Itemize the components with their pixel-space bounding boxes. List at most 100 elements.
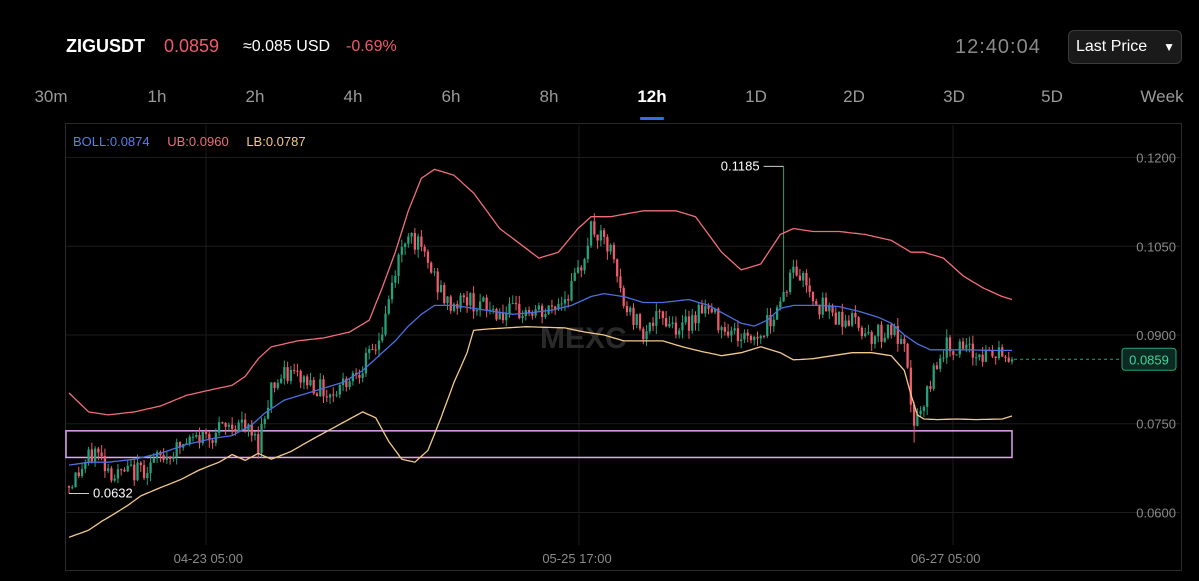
candle-body[interactable] bbox=[808, 285, 811, 292]
candle-body[interactable] bbox=[231, 424, 234, 430]
candle-body[interactable] bbox=[824, 297, 828, 312]
candle-body[interactable] bbox=[629, 307, 632, 313]
candle-body[interactable] bbox=[919, 410, 922, 415]
candle-body[interactable] bbox=[955, 354, 958, 356]
candle-body[interactable] bbox=[97, 448, 100, 453]
candle-body[interactable] bbox=[968, 343, 971, 345]
candle-body[interactable] bbox=[511, 303, 514, 305]
candle-body[interactable] bbox=[315, 393, 319, 397]
candle-body[interactable] bbox=[113, 478, 116, 481]
candle-body[interactable] bbox=[935, 365, 939, 369]
candle-body[interactable] bbox=[802, 272, 805, 281]
candle-body[interactable] bbox=[413, 232, 417, 250]
candle-body[interactable] bbox=[390, 282, 394, 300]
candle-body[interactable] bbox=[273, 382, 276, 389]
candle-body[interactable] bbox=[257, 434, 260, 453]
candle-body[interactable] bbox=[616, 259, 619, 277]
candle-body[interactable] bbox=[772, 319, 775, 327]
candle-body[interactable] bbox=[250, 424, 253, 436]
candle-body[interactable] bbox=[309, 379, 312, 386]
candle-body[interactable] bbox=[593, 221, 596, 235]
candle-body[interactable] bbox=[123, 469, 126, 472]
candle-body[interactable] bbox=[854, 313, 857, 318]
candle-body[interactable] bbox=[364, 352, 368, 374]
candle-body[interactable] bbox=[521, 316, 524, 318]
candle-body[interactable] bbox=[103, 456, 107, 472]
candle-body[interactable] bbox=[482, 297, 485, 302]
candle-body[interactable] bbox=[948, 337, 952, 352]
candle-body[interactable] bbox=[563, 299, 567, 304]
candle-body[interactable] bbox=[674, 322, 678, 335]
candle-body[interactable] bbox=[890, 324, 893, 336]
candle-body[interactable] bbox=[547, 305, 550, 315]
candle-body[interactable] bbox=[609, 244, 612, 252]
candle-body[interactable] bbox=[700, 304, 704, 314]
candle-body[interactable] bbox=[80, 468, 84, 477]
candle-body[interactable] bbox=[726, 331, 730, 336]
candle-body[interactable] bbox=[107, 468, 110, 472]
candle-body[interactable] bbox=[397, 254, 400, 276]
candle-body[interactable] bbox=[792, 266, 795, 273]
candle-body[interactable] bbox=[188, 436, 191, 444]
candle-body[interactable] bbox=[93, 448, 97, 462]
candle-body[interactable] bbox=[279, 378, 283, 383]
candle-body[interactable] bbox=[348, 381, 351, 388]
candle-body[interactable] bbox=[293, 370, 296, 372]
candle-body[interactable] bbox=[873, 336, 877, 344]
candle-body[interactable] bbox=[332, 394, 335, 396]
candle-body[interactable] bbox=[932, 365, 935, 389]
candle-body[interactable] bbox=[1004, 356, 1007, 358]
candle-body[interactable] bbox=[788, 272, 792, 292]
candle-body[interactable] bbox=[283, 367, 286, 379]
candle-body[interactable] bbox=[410, 232, 413, 237]
candle-body[interactable] bbox=[847, 320, 850, 326]
candle-body[interactable] bbox=[766, 315, 769, 337]
candle-body[interactable] bbox=[635, 314, 638, 325]
candle-body[interactable] bbox=[606, 236, 609, 252]
candle-body[interactable] bbox=[642, 328, 645, 340]
candle-body[interactable] bbox=[694, 315, 697, 324]
candle-body[interactable] bbox=[736, 328, 740, 342]
candle-body[interactable] bbox=[978, 354, 981, 358]
candle-body[interactable] bbox=[906, 343, 909, 368]
candle-body[interactable] bbox=[583, 259, 586, 271]
candle-body[interactable] bbox=[443, 285, 446, 304]
candle-body[interactable] bbox=[756, 336, 759, 339]
candle-body[interactable] bbox=[77, 472, 80, 477]
candle-body[interactable] bbox=[612, 244, 616, 260]
candle-body[interactable] bbox=[939, 358, 942, 369]
candle-body[interactable] bbox=[136, 462, 139, 481]
candle-body[interactable] bbox=[195, 435, 198, 437]
candle-body[interactable] bbox=[589, 221, 593, 246]
candle-body[interactable] bbox=[430, 262, 433, 273]
candle-body[interactable] bbox=[818, 304, 821, 315]
candle-body[interactable] bbox=[811, 291, 815, 302]
candle-body[interactable] bbox=[270, 382, 273, 408]
candle-body[interactable] bbox=[974, 357, 978, 359]
candle-body[interactable] bbox=[945, 337, 948, 358]
candle-body[interactable] bbox=[368, 349, 371, 353]
candle-body[interactable] bbox=[172, 456, 175, 459]
candle-body[interactable] bbox=[841, 311, 844, 327]
candle-body[interactable] bbox=[120, 469, 123, 471]
candle-body[interactable] bbox=[991, 350, 994, 357]
candle-body[interactable] bbox=[531, 313, 534, 316]
candle-body[interactable] bbox=[110, 468, 113, 481]
candle-body[interactable] bbox=[775, 307, 779, 320]
candle-body[interactable] bbox=[671, 322, 674, 324]
candle-body[interactable] bbox=[704, 306, 707, 314]
candle-body[interactable] bbox=[423, 246, 426, 252]
candle-body[interactable] bbox=[146, 473, 149, 479]
candle-body[interactable] bbox=[387, 299, 390, 314]
candle-body[interactable] bbox=[1007, 357, 1010, 362]
candle-body[interactable] bbox=[492, 308, 495, 310]
candle-body[interactable] bbox=[857, 317, 860, 328]
candle-body[interactable] bbox=[596, 234, 599, 241]
support-zone[interactable] bbox=[65, 430, 1013, 459]
candle-body[interactable] bbox=[377, 340, 381, 350]
candle-body[interactable] bbox=[870, 332, 873, 344]
candle-body[interactable] bbox=[560, 303, 563, 305]
candle-body[interactable] bbox=[420, 236, 423, 247]
candle-body[interactable] bbox=[850, 313, 854, 326]
candle-body[interactable] bbox=[638, 314, 642, 329]
